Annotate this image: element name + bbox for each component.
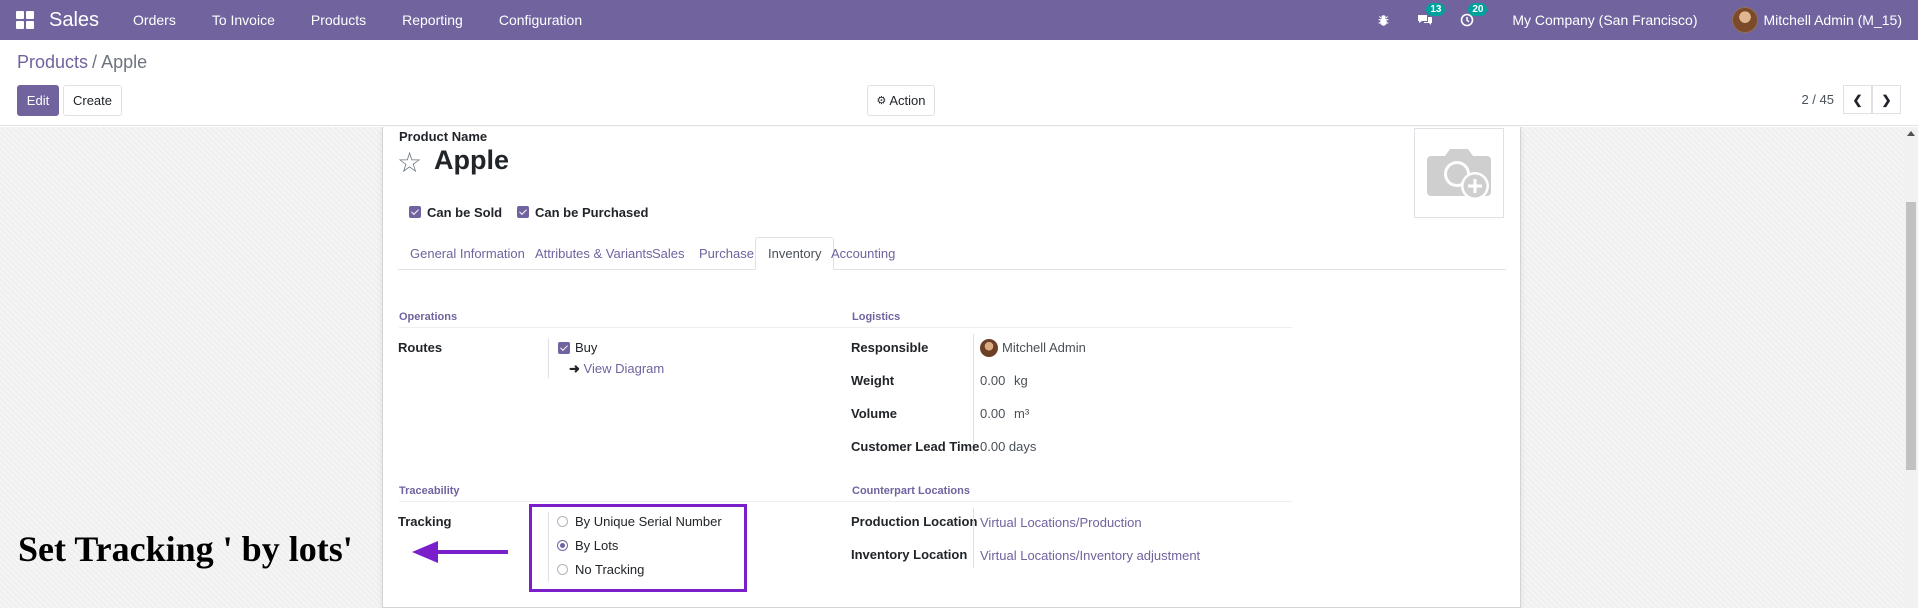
volume-value[interactable]: 0.00: [980, 406, 1005, 421]
product-name-label: Product Name: [399, 129, 488, 144]
production-location-link[interactable]: Virtual Locations/Production: [980, 515, 1142, 530]
weight-value[interactable]: 0.00: [980, 373, 1005, 388]
view-diagram-link[interactable]: ➜ View Diagram: [569, 361, 664, 377]
vertical-scrollbar[interactable]: [1904, 127, 1918, 608]
logistics-separator: [973, 334, 974, 454]
annotation-text: Set Tracking ' by lots': [18, 529, 353, 569]
annotation-highlight-box: [529, 504, 747, 592]
routes-separator: [548, 338, 549, 378]
menu-to-invoice[interactable]: To Invoice: [194, 12, 293, 28]
volume-label: Volume: [851, 406, 897, 421]
pager-value[interactable]: 2 / 45: [1801, 92, 1834, 107]
chevron-left-icon: ❮: [1852, 92, 1863, 107]
bug-icon[interactable]: [1374, 11, 1392, 29]
breadcrumb-current: Apple: [101, 52, 148, 72]
activities-icon[interactable]: 20: [1458, 3, 1488, 29]
tracking-label: Tracking: [398, 514, 452, 529]
menu-orders[interactable]: Orders: [115, 12, 194, 28]
top-navbar: Sales Orders To Invoice Products Reporti…: [0, 0, 1918, 40]
tab-accounting[interactable]: Accounting: [819, 237, 907, 270]
user-avatar[interactable]: [1731, 7, 1758, 33]
user-menu[interactable]: Mitchell Admin (M_15): [1764, 12, 1903, 28]
favorite-star-icon[interactable]: ☆: [397, 149, 422, 177]
action-button[interactable]: ⚙ Action: [867, 85, 935, 116]
can-be-sold-checkbox[interactable]: [409, 206, 421, 218]
volume-unit: m³: [1014, 406, 1030, 421]
breadcrumb: Products / Apple: [17, 52, 147, 73]
pager-next-button[interactable]: ❯: [1872, 85, 1901, 114]
action-label: Action: [889, 93, 926, 108]
route-buy-label: Buy: [575, 340, 598, 355]
edit-button[interactable]: Edit: [17, 85, 59, 116]
product-image[interactable]: [1414, 128, 1504, 218]
responsible-value[interactable]: Mitchell Admin: [1002, 340, 1086, 355]
activities-badge: 20: [1468, 3, 1488, 16]
can-be-purchased-checkbox[interactable]: [517, 206, 529, 218]
weight-unit: kg: [1014, 373, 1028, 388]
app-name[interactable]: Sales: [49, 9, 99, 32]
customer-lead-time-value[interactable]: 0.00 days: [980, 439, 1036, 454]
counterpart-group-title: Counterpart Locations: [852, 485, 1292, 502]
navbar-right: 13 20 My Company (San Francisco) Mitchel…: [1362, 0, 1918, 40]
weight-label: Weight: [851, 373, 895, 388]
create-button[interactable]: Create: [63, 85, 122, 116]
menu-reporting[interactable]: Reporting: [384, 12, 481, 28]
customer-lead-time-label: Customer Lead Time: [851, 439, 980, 454]
view-diagram-label: View Diagram: [583, 361, 665, 376]
breadcrumb-separator: /: [92, 52, 98, 72]
production-location-label: Production Location: [851, 514, 978, 529]
company-switcher[interactable]: My Company (San Francisco): [1512, 12, 1697, 28]
counterpart-separator: [973, 508, 974, 568]
camera-add-icon: [1427, 149, 1491, 200]
pager-previous-button[interactable]: ❮: [1843, 85, 1872, 114]
breadcrumb-products[interactable]: Products: [17, 52, 88, 72]
responsible-label: Responsible: [851, 340, 929, 355]
chevron-right-icon: ❯: [1881, 92, 1892, 107]
tab-general-information[interactable]: General Information: [398, 237, 537, 270]
menu-products[interactable]: Products: [293, 12, 384, 28]
control-panel: Products / Apple Edit Create ⚙ Action 2 / 4…: [0, 40, 1918, 126]
routes-label: Routes: [398, 340, 443, 355]
can-be-sold-label: Can be Sold: [427, 205, 503, 220]
responsible-avatar: [980, 339, 998, 357]
messages-badge: 13: [1426, 3, 1446, 16]
inventory-location-label: Inventory Location: [851, 547, 968, 562]
logistics-group-title: Logistics: [852, 311, 1292, 328]
arrow-right-icon: ➜: [569, 361, 580, 376]
annotation-arrow-icon: [412, 541, 508, 563]
menu-configuration[interactable]: Configuration: [481, 12, 600, 28]
route-buy-checkbox[interactable]: [558, 342, 570, 354]
inventory-location-link[interactable]: Virtual Locations/Inventory adjustment: [980, 548, 1200, 563]
scroll-thumb[interactable]: [1906, 202, 1916, 470]
product-name[interactable]: Apple: [434, 145, 509, 176]
can-be-purchased-label: Can be Purchased: [535, 205, 649, 220]
scroll-up-arrow-icon[interactable]: [1907, 131, 1915, 136]
form-tabs: General Information Attributes & Variant…: [398, 237, 1506, 270]
messages-icon[interactable]: 13: [1416, 3, 1446, 29]
apps-menu-icon[interactable]: [16, 11, 34, 29]
gear-icon: ⚙: [876, 95, 887, 107]
